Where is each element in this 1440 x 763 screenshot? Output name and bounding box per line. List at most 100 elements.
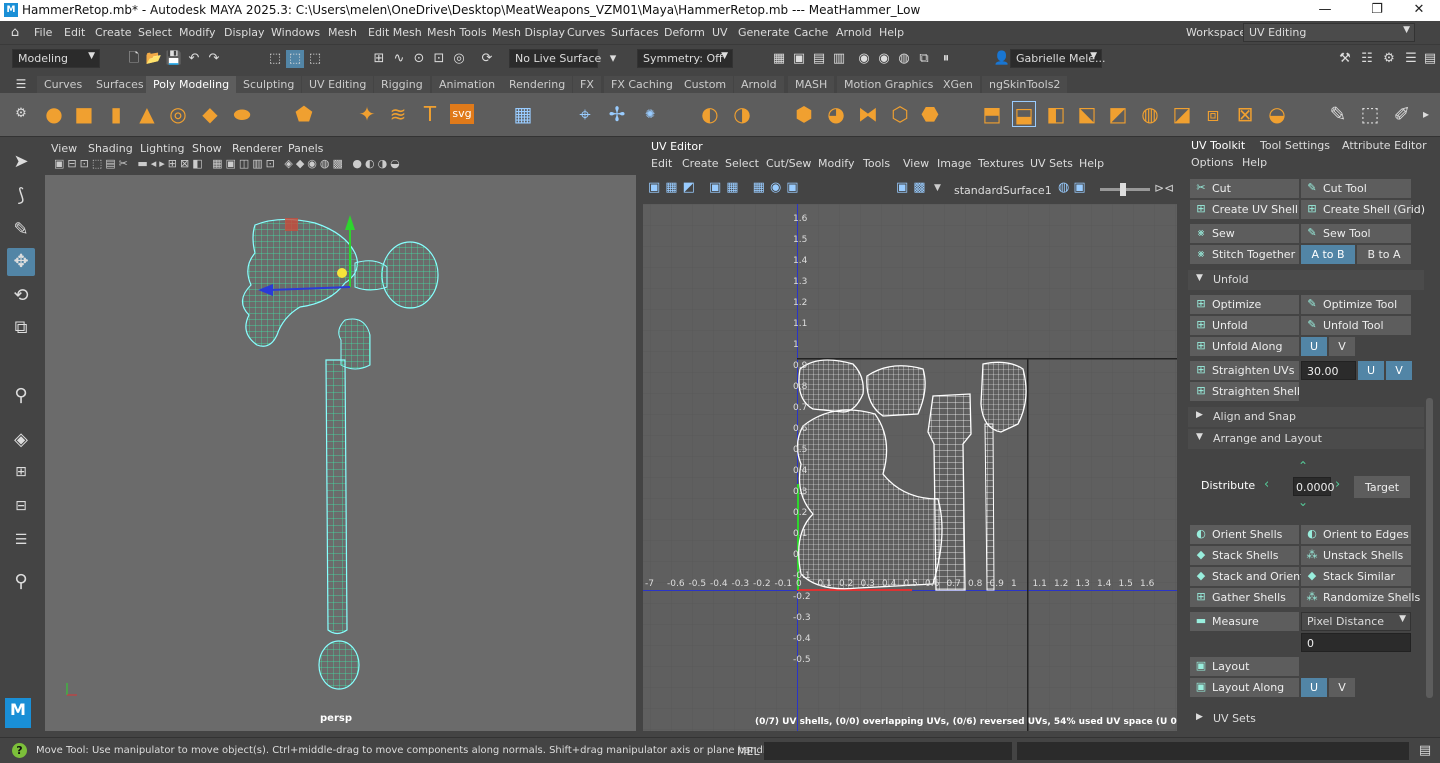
redo-icon[interactable]: ↷ — [205, 50, 223, 68]
layout-along-v-button[interactable]: V — [1329, 678, 1355, 697]
snap-to-point-icon[interactable]: ✢ — [605, 101, 629, 127]
unfold-along-button[interactable]: ⊞ Unfold Along — [1190, 337, 1299, 356]
uv-menu-modify[interactable]: Modify — [818, 157, 854, 170]
shelf-tab-arnold[interactable]: Arnold — [734, 76, 784, 93]
straighten-angle-field[interactable]: 30.00 — [1301, 361, 1356, 380]
maya-home-icon[interactable]: M — [5, 698, 31, 728]
script-editor-icon[interactable]: ▤ — [1416, 742, 1434, 760]
gather-shells-button[interactable]: ⊞ Gather Shells — [1190, 588, 1299, 607]
poly-disc-icon[interactable]: ⬬ — [230, 101, 254, 127]
shelf-menu-icon[interactable]: ☰ — [12, 75, 30, 93]
outliner-icon[interactable]: ▤ — [1421, 50, 1439, 68]
unstack-shells-button[interactable]: ⁂ Unstack Shells — [1301, 546, 1411, 565]
extrude-icon[interactable]: ⬒ — [980, 101, 1004, 127]
reduce-icon[interactable]: ⬡ — [888, 101, 912, 127]
tab-tool-settings[interactable]: Tool Settings — [1260, 139, 1330, 152]
snap-grid-icon[interactable]: ⊞ — [370, 50, 388, 68]
straighten-u-button[interactable]: U — [1358, 361, 1384, 380]
create-uv-shell-button[interactable]: ⊞ Create UV Shell — [1190, 200, 1299, 219]
snap-view-icon[interactable]: ⊡ — [430, 50, 448, 68]
poly-cube-icon[interactable]: ■ — [72, 101, 96, 127]
close-button[interactable]: ✕ — [1396, 1, 1440, 20]
arnold-render-icon[interactable]: ◉ — [875, 50, 893, 68]
shelf-tab-xgen[interactable]: XGen — [936, 76, 980, 93]
uv-menu-uv-sets[interactable]: UV Sets — [1030, 157, 1073, 170]
command-line-input[interactable] — [764, 742, 1012, 760]
uvt-menu-options[interactable]: Options — [1191, 156, 1233, 169]
viewport-icon-bar[interactable]: ▣⊟⊡⬚▤✂ ▬◂▸⊞⊠◧ ▦▣◫▥⊡ ◈◆◉◍▩ ●◐◑◒ — [44, 157, 637, 175]
menu-uv[interactable]: UV — [712, 26, 728, 39]
uv-editor-icon-bar[interactable]: ▣▦◩ ▣▦ ▦◉▣ — [648, 180, 868, 198]
shelf-tab-poly-modeling[interactable]: Poly Modeling — [146, 76, 237, 93]
uv-menu-textures[interactable]: Textures — [978, 157, 1024, 170]
open-scene-icon[interactable]: 📂 — [145, 50, 163, 68]
hypershade-icon[interactable]: ◉ — [855, 50, 873, 68]
shelf-scroll-icon[interactable]: ▸ — [1414, 101, 1438, 127]
save-scene-icon[interactable]: 💾 — [165, 50, 183, 68]
sew-tool-button[interactable]: ✎ Sew Tool — [1301, 224, 1411, 243]
select-component-icon[interactable]: ⬚ — [306, 50, 324, 68]
menu-generate[interactable]: Generate — [738, 26, 789, 39]
combine-icon[interactable]: ◐ — [698, 101, 722, 127]
distribute-up-icon[interactable]: ⌃ — [1298, 459, 1308, 473]
append-polygon-icon[interactable]: ◩ — [1106, 101, 1130, 127]
stitch-together-button[interactable]: ⨳ Stitch Together — [1190, 245, 1299, 264]
uv-editor-panel[interactable]: UV Editor Edit Create Select Cut/Sew Mod… — [642, 138, 1178, 732]
menu-select[interactable]: Select — [138, 26, 172, 39]
texture-dropdown-icon[interactable]: ▼ — [934, 183, 941, 193]
super-shape-icon[interactable]: ✦ — [355, 101, 379, 127]
menu-create[interactable]: Create — [95, 26, 132, 39]
shelf-tab-sculpting[interactable]: Sculpting — [236, 76, 302, 93]
minimize-button[interactable]: — — [1302, 1, 1348, 20]
pause-icon[interactable]: ⏸ — [937, 50, 955, 68]
multi-cut-icon[interactable]: ⬓ — [1012, 101, 1036, 127]
perspective-viewport[interactable]: View Shading Lighting Show Renderer Pane… — [44, 138, 637, 732]
shelf-settings-icon[interactable]: ⚙ — [12, 105, 30, 123]
stack-similar-button[interactable]: ◆ Stack Similar — [1301, 567, 1411, 586]
shelf-tab-fx[interactable]: FX — [573, 76, 601, 93]
uv-menu-tools[interactable]: Tools — [863, 157, 890, 170]
uv-menu-edit[interactable]: Edit — [651, 157, 672, 170]
type-tool-icon[interactable]: T — [418, 101, 442, 127]
shaded-display-icons[interactable]: ◍▣ — [1058, 180, 1098, 198]
script-language-label[interactable]: MEL — [737, 745, 760, 758]
layout-button[interactable]: ▣ Layout — [1190, 657, 1299, 676]
align-and-snap-section-header[interactable]: ▶ Align and Snap — [1188, 407, 1424, 427]
remesh-icon[interactable]: ⬣ — [918, 101, 942, 127]
b-to-a-button[interactable]: B to A — [1357, 245, 1411, 264]
unfold-button[interactable]: ⊞ Unfold — [1190, 316, 1299, 335]
tab-attribute-editor[interactable]: Attribute Editor — [1342, 139, 1427, 152]
live-options-icon[interactable]: ▾ — [604, 50, 622, 68]
slide-edge-icon[interactable]: ⬚ — [1358, 101, 1382, 127]
snap-curve-icon[interactable]: ∿ — [390, 50, 408, 68]
menu-surfaces[interactable]: Surfaces — [611, 26, 659, 39]
workspace-dropdown[interactable]: UV Editing ▼ — [1243, 23, 1415, 42]
attribute-editor-icon[interactable]: ☷ — [1358, 50, 1376, 68]
distribute-target-button[interactable]: Target — [1354, 476, 1410, 498]
uvt-menu-help[interactable]: Help — [1242, 156, 1267, 169]
shelf-tab-motion-graphics[interactable]: Motion Graphics — [837, 76, 941, 93]
show-manipulator-icon[interactable]: ⚲ — [7, 382, 35, 410]
modeling-toolkit-icon[interactable]: ⚒ — [1336, 50, 1354, 68]
uv-menu-help[interactable]: Help — [1079, 157, 1104, 170]
render-frame-icon[interactable]: ▣ — [790, 50, 808, 68]
vp-menu-view[interactable]: View — [51, 142, 77, 155]
unfold-along-u-button[interactable]: U — [1301, 337, 1327, 356]
uv-menu-view[interactable]: View — [903, 157, 929, 170]
shelf-tab-ngskintools2[interactable]: ngSkinTools2 — [982, 76, 1068, 93]
shelf-tab-uv-editing[interactable]: UV Editing — [302, 76, 374, 93]
stack-and-orient-button[interactable]: ◆ Stack and Orient — [1190, 567, 1304, 586]
select-hierarchy-icon[interactable]: ⬚ — [266, 50, 284, 68]
mirror-icon[interactable]: ⧓ — [856, 101, 880, 127]
poly-cone-icon[interactable]: ▲ — [135, 101, 159, 127]
shelf-tab-rigging[interactable]: Rigging — [374, 76, 430, 93]
menu-set-dropdown[interactable]: Modeling ▼ — [12, 49, 100, 68]
viewport-canvas[interactable]: persp — [45, 175, 636, 731]
menu-display[interactable]: Display — [224, 26, 265, 39]
channel-box-icon[interactable]: ☰ — [1402, 50, 1420, 68]
lasso-tool-icon[interactable]: ⟆ — [7, 182, 35, 210]
shelf-tab-mash[interactable]: MASH — [788, 76, 835, 93]
straighten-shell-button[interactable]: ⊞ Straighten Shell — [1190, 382, 1300, 401]
uv-canvas[interactable]: 1.6 1.5 1.4 1.3 1.2 1.1 1 0.9 0.8 0.7 0.6 0.5 0.4 0.3… — [643, 204, 1177, 731]
cut-button[interactable]: ✂ Cut — [1190, 179, 1299, 198]
